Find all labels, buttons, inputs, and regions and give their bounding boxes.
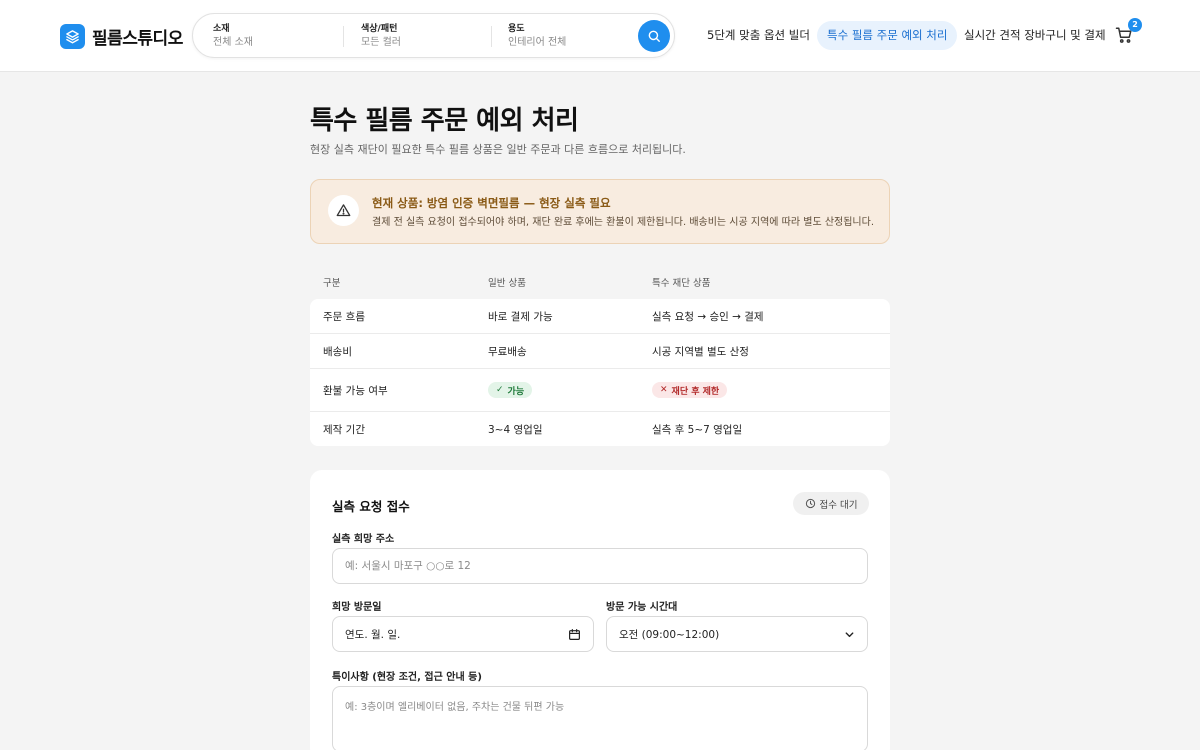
time-slot-select[interactable]: 오전 (09:00~12:00) bbox=[606, 616, 868, 652]
status-badge-ok: ✓ 가능 bbox=[488, 382, 533, 398]
calendar-icon bbox=[569, 628, 580, 640]
table-row: 주문 흐름 바로 결제 가능 실측 요청 → 승인 → 결제 bbox=[310, 299, 890, 334]
chevron-down-icon bbox=[845, 631, 854, 637]
warning-icon bbox=[328, 195, 359, 226]
badge-text: 가능 bbox=[507, 386, 525, 397]
cart-count-badge: 2 bbox=[1128, 18, 1142, 32]
normal-value: 3~4 영업일 bbox=[488, 423, 543, 436]
column-header: 구분 bbox=[323, 277, 341, 289]
time-value: 오전 (09:00~12:00) bbox=[619, 628, 720, 641]
divider bbox=[343, 26, 344, 47]
logo-text: 필름스튜디오 bbox=[92, 28, 183, 49]
page-subtitle: 현장 실측 재단이 필요한 특수 필름 상품은 일반 주문과 다른 흐름으로 처… bbox=[310, 143, 686, 156]
row-label: 배송비 bbox=[323, 345, 352, 358]
nav-cart-checkout[interactable]: 실시간 견적 장바구니 및 결제 bbox=[954, 21, 1116, 50]
refund-cell-normal: ✓ 가능 bbox=[488, 369, 533, 411]
date-value: 연도. 월. 일. bbox=[345, 628, 401, 641]
notes-textarea[interactable] bbox=[332, 686, 868, 750]
x-icon: ✕ bbox=[660, 385, 668, 395]
segment-label: 용도 bbox=[508, 24, 525, 34]
comparison-table: 구분 일반 상품 특수 재단 상품 주문 흐름 바로 결제 가능 실측 요청 →… bbox=[310, 264, 890, 446]
notice-alert: 현재 상품: 방염 인증 벽면필름 — 현장 실측 필요 결제 전 실측 요청이… bbox=[310, 179, 890, 244]
table-row: 환불 가능 여부 ✓ 가능 ✕ 재단 후 제한 bbox=[310, 369, 890, 412]
special-value: 실측 후 5~7 영업일 bbox=[652, 423, 743, 436]
logo[interactable]: 필름스튜디오 bbox=[60, 23, 183, 49]
address-label: 실측 희망 주소 bbox=[332, 534, 395, 545]
search-bar: 소재 전체 소재 색상/패턴 모든 컬러 용도 인테리어 전체 bbox=[192, 13, 675, 58]
search-segment-color[interactable]: 색상/패턴 모든 컬러 bbox=[361, 23, 489, 51]
address-input[interactable] bbox=[332, 548, 868, 584]
refund-cell-special: ✕ 재단 후 제한 bbox=[652, 369, 728, 411]
search-segment-usage[interactable]: 용도 인테리어 전체 bbox=[508, 23, 628, 51]
search-segment-material[interactable]: 소재 전체 소재 bbox=[213, 23, 343, 51]
search-icon bbox=[648, 30, 660, 42]
segment-label: 색상/패턴 bbox=[361, 24, 398, 34]
table-row: 배송비 무료배송 시공 지역별 별도 산정 bbox=[310, 334, 890, 369]
nav-special-order[interactable]: 특수 필름 주문 예외 처리 bbox=[817, 21, 958, 50]
page-title: 특수 필름 주문 예외 처리 bbox=[310, 106, 579, 136]
top-header: 필름스튜디오 소재 전체 소재 색상/패턴 모든 컬러 용도 인테리어 전체 5… bbox=[0, 0, 1200, 72]
layers-icon bbox=[60, 23, 85, 49]
table-row: 제작 기간 3~4 영업일 실측 후 5~7 영업일 bbox=[310, 412, 890, 446]
row-label: 제작 기간 bbox=[323, 423, 365, 436]
badge-text: 재단 후 제한 bbox=[671, 386, 720, 397]
column-header: 특수 재단 상품 bbox=[652, 277, 711, 289]
status-badge-restricted: ✕ 재단 후 제한 bbox=[652, 382, 728, 398]
search-button[interactable] bbox=[638, 20, 670, 52]
alert-title: 현재 상품: 방염 인증 벽면필름 — 현장 실측 필요 bbox=[372, 196, 611, 210]
time-label: 방문 가능 시간대 bbox=[606, 602, 678, 613]
card-title: 실측 요청 접수 bbox=[332, 499, 410, 514]
clock-icon bbox=[805, 498, 815, 509]
segment-value: 전체 소재 bbox=[213, 37, 253, 48]
segment-value: 모든 컬러 bbox=[361, 37, 401, 48]
special-value: 실측 요청 → 승인 → 결제 bbox=[652, 310, 764, 323]
status-badge: 접수 대기 bbox=[793, 492, 869, 515]
table-header-row: 구분 일반 상품 특수 재단 상품 bbox=[310, 264, 890, 299]
segment-value: 인테리어 전체 bbox=[508, 37, 567, 48]
notes-label: 특이사항 (현장 조건, 접근 안내 등) bbox=[332, 672, 482, 683]
nav-option-builder[interactable]: 5단계 맞춤 옵션 빌더 bbox=[697, 21, 820, 50]
visit-date-field[interactable]: 연도. 월. 일. bbox=[332, 616, 594, 652]
check-icon: ✓ bbox=[496, 385, 504, 395]
status-text: 접수 대기 bbox=[819, 499, 858, 511]
normal-value: 무료배송 bbox=[488, 345, 527, 358]
row-label: 환불 가능 여부 bbox=[323, 384, 388, 397]
column-header: 일반 상품 bbox=[488, 277, 526, 289]
segment-label: 소재 bbox=[213, 24, 230, 34]
measure-request-card: 실측 요청 접수 접수 대기 실측 희망 주소 희망 방문일 연도. 월. 일.… bbox=[310, 470, 890, 750]
normal-value: 바로 결제 가능 bbox=[488, 310, 553, 323]
divider bbox=[491, 26, 492, 47]
row-label: 주문 흐름 bbox=[323, 310, 365, 323]
date-label: 희망 방문일 bbox=[332, 602, 382, 613]
alert-description: 결제 전 실측 요청이 접수되어야 하며, 재단 완료 후에는 환불이 제한됩니… bbox=[372, 217, 874, 228]
special-value: 시공 지역별 별도 산정 bbox=[652, 345, 749, 358]
